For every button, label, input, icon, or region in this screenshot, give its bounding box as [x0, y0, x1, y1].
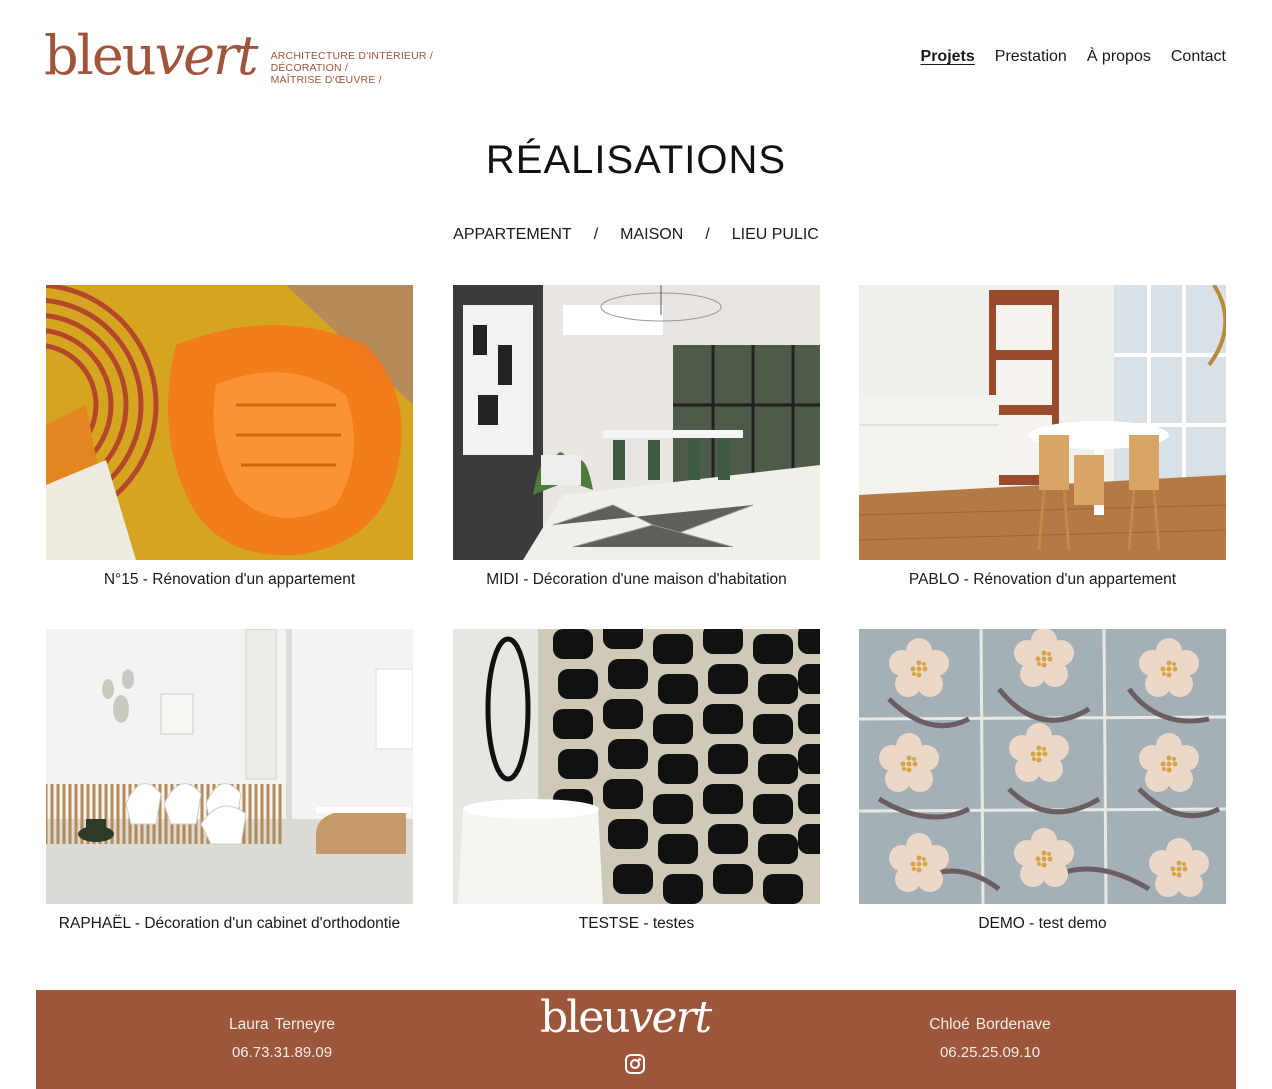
contact-first-name: Chloé	[929, 1016, 970, 1033]
tagline-line: MAÎTRISE D'ŒUVRE /	[270, 74, 382, 86]
instagram-icon[interactable]	[625, 1054, 645, 1074]
project-card[interactable]: RAPHAËL - Décoration d'un cabinet d'orth…	[46, 629, 413, 933]
contact-last-name: Bordenave	[975, 1016, 1051, 1033]
logo-text-accent: vert	[154, 24, 259, 87]
site-header: bleuvert ARCHITECTURE D'INTÉRIEUR / DÉCO…	[0, 0, 1272, 120]
nav-prestation[interactable]: Prestation	[995, 48, 1067, 66]
project-card[interactable]: TESTSE - testes	[453, 629, 820, 933]
project-card[interactable]: MIDI - Décoration d'une maison d'habitat…	[453, 285, 820, 589]
filter-appartement[interactable]: APPARTEMENT	[453, 226, 572, 244]
project-image[interactable]	[859, 629, 1226, 904]
category-filters: APPARTEMENT / MAISON / LIEU PULIC	[0, 226, 1272, 244]
project-caption[interactable]: RAPHAËL - Décoration d'un cabinet d'orth…	[46, 915, 413, 933]
project-card[interactable]: DEMO - test demo	[859, 629, 1226, 933]
nav-projets[interactable]: Projets	[921, 48, 975, 66]
logo-wordmark: bleuvert	[44, 24, 259, 88]
tagline-line: DÉCORATION /	[270, 62, 349, 74]
brand-logo[interactable]: bleuvert ARCHITECTURE D'INTÉRIEUR / DÉCO…	[44, 24, 433, 88]
site-footer: Laura Terneyre 06.73.31.89.09 bleuvert Ch…	[36, 990, 1236, 1089]
project-card[interactable]: N°15 - Rénovation d'un appartement	[46, 285, 413, 589]
project-card[interactable]: PABLO - Rénovation d'un appartement	[859, 285, 1226, 589]
page-title: RÉALISATIONS	[485, 138, 787, 182]
project-image[interactable]	[453, 285, 820, 560]
main-nav: Projets Prestation À propos Contact	[921, 48, 1226, 66]
footer-logo[interactable]: bleuvert	[540, 990, 713, 1046]
project-caption[interactable]: TESTSE - testes	[453, 915, 820, 933]
nav-a-propos[interactable]: À propos	[1087, 48, 1151, 66]
logo-text-main: bleu	[44, 24, 157, 87]
project-caption[interactable]: MIDI - Décoration d'une maison d'habitat…	[453, 571, 820, 589]
nav-contact[interactable]: Contact	[1171, 48, 1226, 66]
filter-separator: /	[705, 226, 710, 243]
project-image[interactable]	[453, 629, 820, 904]
brand-tagline: ARCHITECTURE D'INTÉRIEUR / DÉCORATION / …	[271, 50, 433, 86]
footer-logo-main: bleu	[540, 992, 631, 1043]
contact-name: Laura Terneyre	[172, 1016, 392, 1034]
project-image[interactable]	[46, 285, 413, 560]
project-caption[interactable]: DEMO - test demo	[859, 915, 1226, 933]
contact-phone[interactable]: 06.73.31.89.09	[172, 1044, 392, 1061]
project-caption[interactable]: PABLO - Rénovation d'un appartement	[859, 571, 1226, 589]
contact-phone[interactable]: 06.25.25.09.10	[880, 1044, 1100, 1061]
project-image[interactable]	[46, 629, 413, 904]
tagline-line: ARCHITECTURE D'INTÉRIEUR /	[270, 50, 433, 62]
contact-first-name: Laura	[229, 1016, 269, 1033]
project-caption[interactable]: N°15 - Rénovation d'un appartement	[46, 571, 413, 589]
project-image[interactable]	[859, 285, 1226, 560]
contact-laura: Laura Terneyre 06.73.31.89.09	[172, 1016, 392, 1061]
filter-separator: /	[593, 226, 599, 243]
filter-maison[interactable]: MAISON	[620, 226, 683, 244]
contact-chloe: Chloé Bordenave 06.25.25.09.10	[880, 1016, 1100, 1061]
contact-last-name: Terneyre	[274, 1016, 335, 1033]
filter-lieu-public[interactable]: LIEU PULIC	[732, 226, 819, 244]
contact-name: Chloé Bordenave	[880, 1016, 1100, 1034]
footer-logo-accent: vert	[628, 992, 713, 1043]
